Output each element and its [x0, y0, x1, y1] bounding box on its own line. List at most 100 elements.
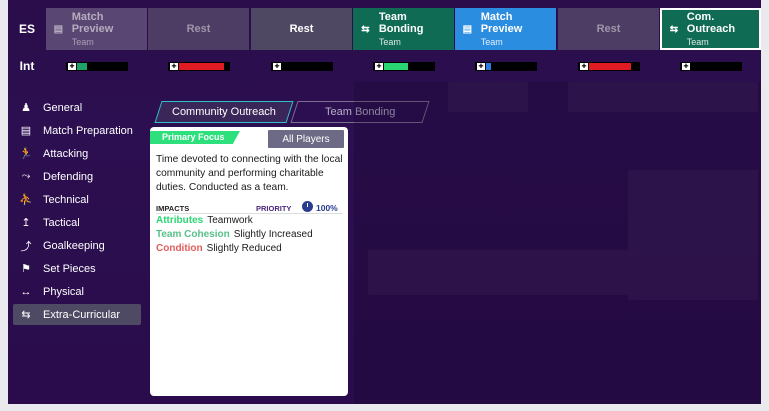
slot-subtitle: Team — [71, 36, 94, 47]
schedule-slot[interactable]: ▤ Match Preview Team — [455, 8, 556, 50]
impact-key: Attributes — [156, 215, 204, 226]
injury-risk-icon: ✚ — [273, 63, 281, 70]
sidebar-item-set-pieces[interactable]: ⚑ Set Pieces — [13, 258, 141, 279]
intensity-bar: ✚ — [271, 62, 333, 71]
intensity-bar: ✚ — [680, 62, 742, 71]
tactics-icon: ↥ — [21, 217, 31, 229]
slot-text: Match Preview Team — [481, 11, 550, 48]
sidebar-item-label: Set Pieces — [43, 262, 96, 275]
sidebar-item-label: General — [43, 101, 83, 114]
slot-text: Match Preview Team — [72, 11, 141, 48]
injury-risk-icon: ✚ — [580, 63, 588, 70]
sidebar: ♟ General ▤ Match Preparation 🏃 Attacking ⤳ Def… — [13, 97, 141, 327]
schedule-slot[interactable]: ⇆ Com. Outreach Team — [660, 8, 761, 50]
intensity-bar: ✚ — [373, 62, 435, 71]
injury-risk-icon: ✚ — [68, 63, 76, 70]
injury-risk-icon: ✚ — [375, 63, 383, 70]
bonding-icon: ⇆ — [21, 309, 31, 321]
tab-community-outreach[interactable]: Community Outreach — [154, 101, 294, 123]
slot-text: Rest — [290, 23, 314, 35]
slot-text: Rest — [187, 23, 211, 35]
physical-icon: ↔ — [20, 285, 32, 298]
int-row-label: Int — [19, 59, 35, 73]
intensity-fill — [179, 63, 224, 70]
sidebar-item-tactical[interactable]: ↥ Tactical — [13, 212, 141, 233]
slot-title: Match Preview — [480, 10, 523, 35]
sidebar-item-label: Technical — [43, 193, 89, 206]
sidebar-item-label: Attacking — [43, 147, 89, 160]
impact-row: Attributes Teamwork — [156, 215, 253, 226]
slot-subtitle: Team — [378, 36, 401, 47]
sidebar-item-label: Goalkeeping — [43, 239, 105, 252]
impact-key: Condition — [156, 243, 203, 254]
all-players-button[interactable]: All Players — [268, 130, 344, 148]
slot-title: Com. Outreach — [686, 10, 736, 35]
sidebar-item-match-preparation[interactable]: ▤ Match Preparation — [13, 120, 141, 141]
goalkeeper-icon: ⤴ — [20, 240, 32, 253]
intensity-bar: ✚ — [66, 62, 128, 71]
intensity-fill — [486, 63, 491, 70]
slot-title: Rest — [186, 23, 211, 35]
slot-subtitle: Team — [480, 36, 503, 47]
sidebar-item-technical[interactable]: ⛹ Technical — [13, 189, 141, 210]
schedule-slot[interactable]: Rest — [251, 8, 352, 50]
slot-title: Match Preview — [71, 10, 114, 35]
sidebar-item-physical[interactable]: ↔ Physical — [13, 281, 141, 302]
slot-subtitle: Team — [686, 36, 709, 47]
running-icon: 🏃 — [19, 148, 33, 160]
schedule-slot[interactable]: Rest — [558, 8, 659, 50]
intensity-bar: ✚ — [578, 62, 640, 71]
intensity-bar: ✚ — [168, 62, 230, 71]
impact-row: Team Cohesion Slightly Increased — [156, 229, 313, 240]
sidebar-item-label: Physical — [43, 285, 84, 298]
sidebar-item-extra-curricular[interactable]: ⇆ Extra-Curricular — [13, 304, 141, 325]
primary-focus-badge: Primary Focus — [150, 131, 240, 144]
slot-text: Team Bonding Team — [379, 11, 448, 48]
slot-text: Com. Outreach Team — [687, 11, 753, 48]
sidebar-item-attacking[interactable]: 🏃 Attacking — [13, 143, 141, 164]
kicking-icon: ⛹ — [19, 194, 33, 206]
tab-label: Community Outreach — [172, 106, 276, 118]
schedule-slot[interactable]: Rest — [148, 8, 249, 50]
sidebar-item-label: Match Preparation — [43, 124, 133, 137]
injury-risk-icon: ✚ — [477, 63, 485, 70]
intensity-fill — [77, 63, 87, 70]
slot-title: Rest — [596, 23, 621, 35]
impact-value: Slightly Increased — [233, 229, 313, 240]
sidebar-item-label: Extra-Curricular — [43, 308, 121, 321]
schedule-slot[interactable]: ▤ Match Preview Team — [46, 8, 147, 50]
bonding-icon: ⇆ — [669, 23, 679, 35]
priority-value: 100% — [316, 203, 338, 213]
priority-label: PRIORITY — [256, 204, 292, 213]
bonding-icon: ⇆ — [361, 23, 370, 35]
person-icon: ♟ — [21, 102, 31, 114]
injury-risk-icon: ✚ — [170, 63, 178, 70]
sidebar-item-defending[interactable]: ⤳ Defending — [13, 166, 141, 187]
dimmed-background — [354, 82, 761, 404]
sidebar-item-label: Tactical — [43, 216, 80, 229]
activity-detail-card: Primary Focus All Players Time devoted t… — [150, 127, 348, 396]
divider — [156, 213, 342, 214]
slot-title: Team Bonding — [378, 10, 424, 35]
impacts-label: IMPACTS — [156, 204, 190, 213]
impact-value: Slightly Reduced — [206, 243, 282, 254]
sidebar-item-general[interactable]: ♟ General — [13, 97, 141, 118]
es-row-label: ES — [18, 22, 35, 36]
intensity-fill — [589, 63, 631, 70]
impact-key: Team Cohesion — [156, 229, 230, 240]
activity-description: Time devoted to connecting with the loca… — [156, 154, 343, 193]
training-schedule-panel: ES Int ▤ Match Preview Team Rest Rest ⇆ Team B… — [8, 0, 761, 404]
sidebar-item-goalkeeping[interactable]: ⤴ Goalkeeping — [13, 235, 141, 256]
impact-row: Condition Slightly Reduced — [156, 243, 282, 254]
sidebar-item-label: Defending — [43, 170, 94, 183]
intensity-fill — [384, 63, 408, 70]
injury-risk-icon: ✚ — [682, 63, 690, 70]
slot-title: Rest — [289, 23, 314, 35]
clipboard-icon: ▤ — [20, 125, 32, 137]
impact-value: Teamwork — [207, 215, 253, 226]
clipboard-icon: ▤ — [462, 23, 473, 35]
schedule-slot[interactable]: ⇆ Team Bonding Team — [353, 8, 454, 50]
set-pieces-icon: ⚑ — [21, 263, 31, 275]
clock-icon — [302, 201, 313, 212]
slide-tackle-icon: ⤳ — [21, 170, 31, 182]
